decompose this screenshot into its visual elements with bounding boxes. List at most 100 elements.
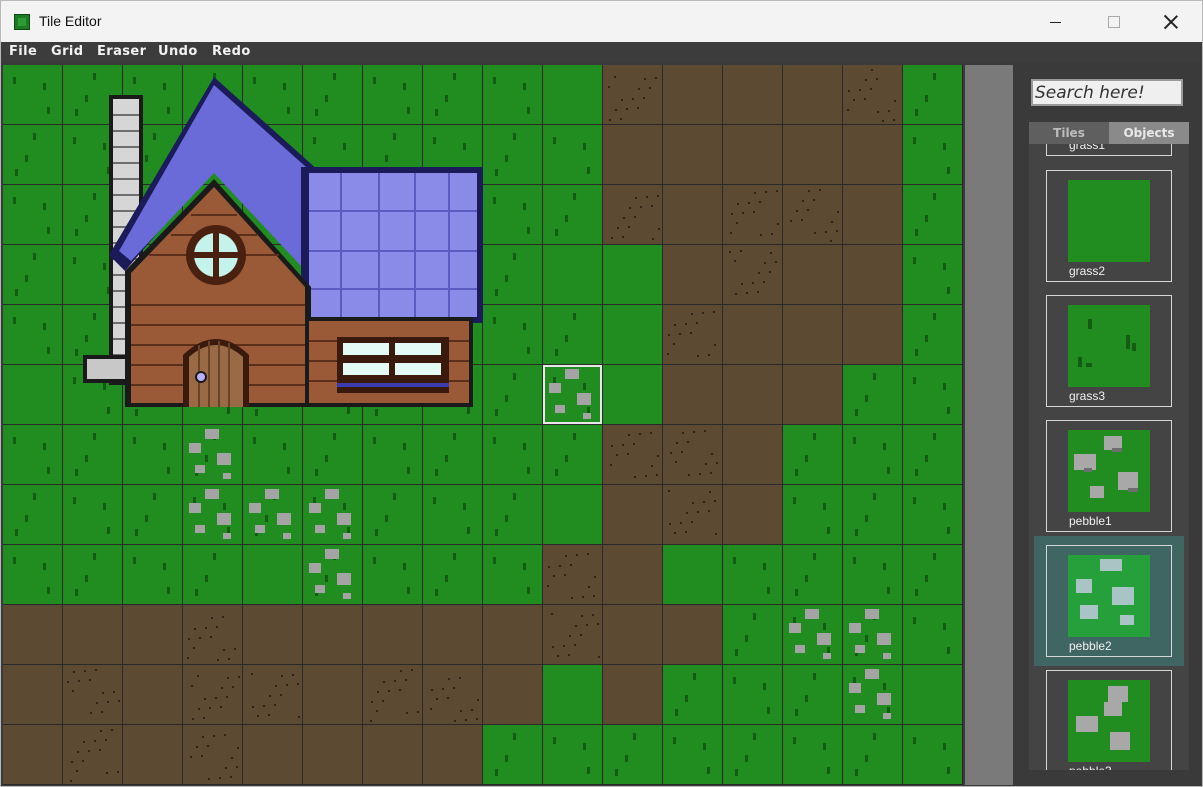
map-tile[interactable]: [243, 485, 302, 544]
close-button[interactable]: [1142, 1, 1200, 42]
map-tile[interactable]: [663, 125, 722, 184]
minimize-button[interactable]: [1026, 1, 1084, 42]
map-tile[interactable]: [3, 185, 62, 244]
map-tile[interactable]: [3, 605, 62, 664]
map-tile[interactable]: [783, 245, 842, 304]
map-tile[interactable]: [783, 665, 842, 724]
map-tile[interactable]: [123, 725, 182, 784]
map-tile[interactable]: [603, 665, 662, 724]
map-tile[interactable]: [603, 725, 662, 784]
map-tile[interactable]: [423, 545, 482, 604]
map-tile[interactable]: [723, 485, 782, 544]
map-tile[interactable]: [663, 185, 722, 244]
map-tile[interactable]: [423, 605, 482, 664]
map-tile[interactable]: [783, 365, 842, 424]
map-tile[interactable]: [663, 485, 722, 544]
menu-eraser[interactable]: Eraser: [97, 44, 146, 59]
map-tile[interactable]: [63, 665, 122, 724]
map-tile[interactable]: [123, 605, 182, 664]
map-tile[interactable]: [543, 65, 602, 124]
map-tile[interactable]: [603, 605, 662, 664]
map-tile[interactable]: [903, 425, 962, 484]
asset-card-pebble3[interactable]: pebble3: [1046, 670, 1172, 770]
map-tile[interactable]: [63, 545, 122, 604]
map-tile[interactable]: [843, 665, 902, 724]
tab-tiles[interactable]: Tiles: [1029, 122, 1109, 144]
map-tile[interactable]: [543, 245, 602, 304]
map-tile[interactable]: [843, 65, 902, 124]
menu-undo[interactable]: Undo: [158, 44, 198, 59]
asset-card-pebble2[interactable]: pebble2: [1046, 545, 1172, 657]
map-tile[interactable]: [483, 605, 542, 664]
maximize-button[interactable]: [1084, 1, 1142, 42]
map-tile[interactable]: [903, 365, 962, 424]
map-tile[interactable]: [483, 245, 542, 304]
map-tile[interactable]: [543, 425, 602, 484]
map-canvas[interactable]: [3, 65, 963, 785]
map-tile[interactable]: [543, 545, 602, 604]
map-tile[interactable]: [423, 725, 482, 784]
map-tile[interactable]: [123, 545, 182, 604]
asset-card-grass3[interactable]: grass3: [1046, 295, 1172, 407]
map-tile[interactable]: [903, 665, 962, 724]
map-tile[interactable]: [363, 425, 422, 484]
map-tile[interactable]: [243, 605, 302, 664]
tab-objects[interactable]: Objects: [1109, 122, 1189, 144]
map-tile[interactable]: [3, 485, 62, 544]
map-tile[interactable]: [723, 65, 782, 124]
map-tile[interactable]: [483, 725, 542, 784]
map-tile[interactable]: [483, 125, 542, 184]
map-tile[interactable]: [423, 665, 482, 724]
map-tile[interactable]: [603, 185, 662, 244]
map-tile[interactable]: [663, 245, 722, 304]
map-tile[interactable]: [363, 605, 422, 664]
map-tile[interactable]: [3, 125, 62, 184]
map-tile[interactable]: [543, 485, 602, 544]
map-tile[interactable]: [483, 665, 542, 724]
map-tile[interactable]: [3, 305, 62, 364]
menu-grid[interactable]: Grid: [51, 44, 83, 59]
map-tile[interactable]: [843, 185, 902, 244]
map-tile[interactable]: [483, 545, 542, 604]
map-tile[interactable]: [903, 605, 962, 664]
map-tile[interactable]: [723, 725, 782, 784]
map-tile[interactable]: [183, 605, 242, 664]
map-tile[interactable]: [363, 545, 422, 604]
map-tile[interactable]: [723, 125, 782, 184]
map-tile[interactable]: [723, 365, 782, 424]
map-tile[interactable]: [183, 725, 242, 784]
map-tile[interactable]: [603, 425, 662, 484]
map-tile[interactable]: [723, 605, 782, 664]
map-tile[interactable]: [303, 725, 362, 784]
map-tile[interactable]: [903, 305, 962, 364]
map-tile[interactable]: [3, 665, 62, 724]
map-tile[interactable]: [723, 665, 782, 724]
map-tile[interactable]: [3, 725, 62, 784]
asset-list[interactable]: grass1 grass2 grass3 pebble1 pebble2: [1029, 144, 1189, 770]
map-tile[interactable]: [303, 665, 362, 724]
map-tile[interactable]: [303, 425, 362, 484]
map-tile[interactable]: [783, 125, 842, 184]
map-tile[interactable]: [903, 245, 962, 304]
map-tile[interactable]: [123, 665, 182, 724]
map-tile[interactable]: [843, 425, 902, 484]
map-tile[interactable]: [303, 545, 362, 604]
map-tile[interactable]: [783, 545, 842, 604]
map-tile[interactable]: [663, 725, 722, 784]
map-tile[interactable]: [723, 545, 782, 604]
map-tile[interactable]: [483, 425, 542, 484]
map-tile[interactable]: [63, 605, 122, 664]
map-tile[interactable]: [63, 725, 122, 784]
map-tile[interactable]: [903, 485, 962, 544]
search-input[interactable]: Search here!: [1031, 79, 1183, 106]
map-tile[interactable]: [363, 665, 422, 724]
map-tile[interactable]: [183, 545, 242, 604]
map-tile[interactable]: [843, 485, 902, 544]
map-tile[interactable]: [663, 65, 722, 124]
map-tile[interactable]: [243, 725, 302, 784]
map-tile[interactable]: [903, 185, 962, 244]
map-tile[interactable]: [663, 425, 722, 484]
map-tile[interactable]: [3, 65, 62, 124]
map-tile[interactable]: [663, 305, 722, 364]
map-tile[interactable]: [3, 425, 62, 484]
